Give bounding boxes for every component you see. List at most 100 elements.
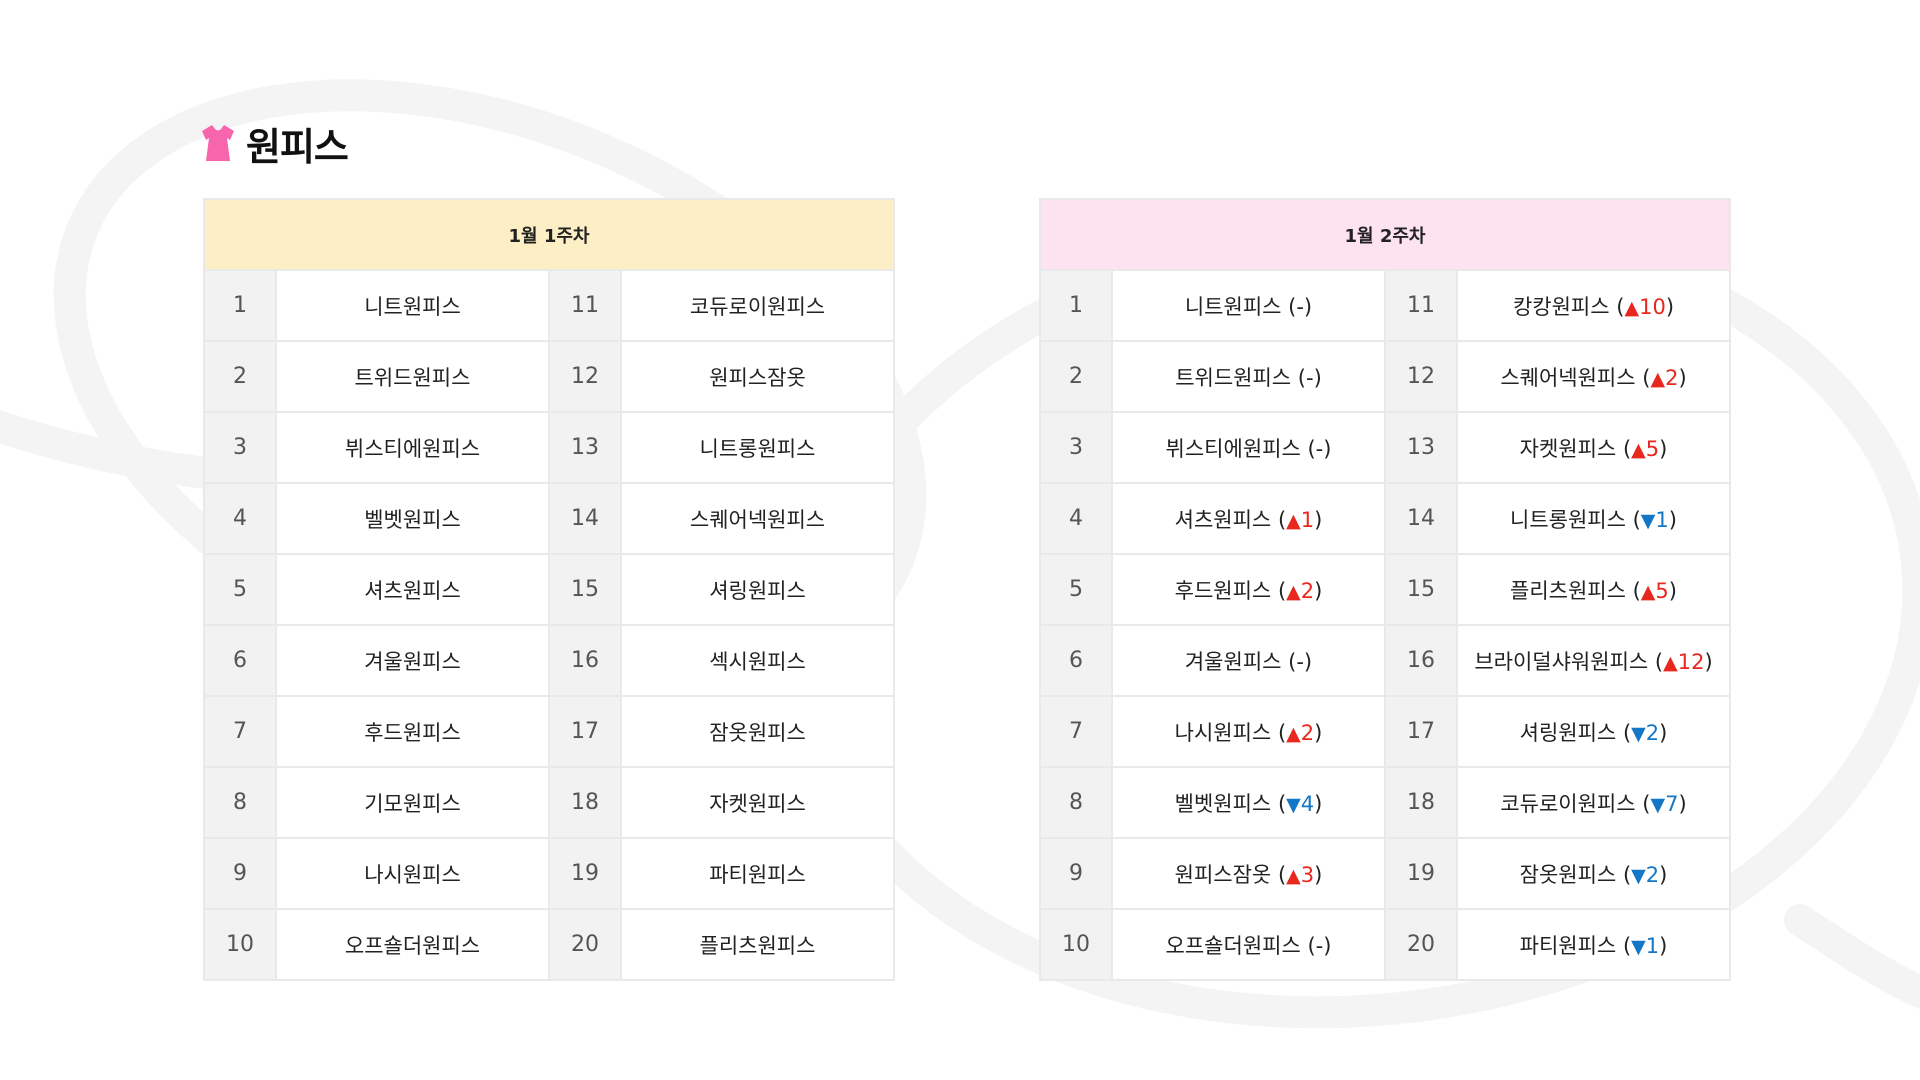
rank-change-value: 2 [1300, 578, 1315, 603]
rank-change-value: 3 [1300, 862, 1315, 887]
rank-number: 13 [548, 411, 622, 484]
item-name: 자켓원피스 [709, 791, 806, 816]
item-name: 셔링원피스 [1519, 720, 1617, 745]
item-cell: 후드원피스 [275, 695, 550, 768]
rank-number: 6 [203, 624, 277, 697]
table-row: 3 뷔스티에원피스 13 니트롱원피스 [203, 411, 895, 484]
rank-number: 17 [548, 695, 622, 768]
item-cell: 뷔스티에원피스 (-) [1111, 411, 1386, 484]
rank-change-value: 2 [1300, 720, 1315, 745]
rank-number: 1 [1039, 269, 1113, 342]
table-row: 4 벨벳원피스 14 스퀘어넥원피스 [203, 482, 895, 555]
rank-number: 9 [1039, 837, 1113, 910]
rank-number: 20 [1384, 908, 1458, 981]
rank-number: 6 [1039, 624, 1113, 697]
item-name: 플리츠원피스 [699, 933, 816, 958]
table-row: 9 나시원피스 19 파티원피스 [203, 837, 895, 910]
rank-number: 8 [203, 766, 277, 839]
item-name: 파티원피스 [1519, 933, 1617, 958]
item-name: 셔츠원피스 [364, 578, 461, 603]
item-name: 뷔스티에원피스 [344, 436, 481, 461]
item-name: 원피스잠옷 [709, 365, 806, 390]
item-name: 셔링원피스 [709, 578, 806, 603]
item-cell: 벨벳원피스 [275, 482, 550, 555]
page-title: 원피스 [246, 124, 349, 169]
week1-ranking-table: 1월 1주차 1 니트원피스 11 코듀로이원피스 2 트위드원피스 12 원피스잠옷 3 뷔스티… [203, 198, 895, 981]
item-name: 섹시원피스 [709, 649, 806, 674]
item-name: 겨울원피스 [1184, 649, 1282, 674]
item-cell: 파티원피스 [620, 837, 895, 910]
rank-up-icon: ▲ [1624, 296, 1640, 319]
item-name: 잠옷원피스 [709, 720, 806, 745]
rank-number: 2 [203, 340, 277, 413]
item-name: 오프숄더원피스 [344, 933, 481, 958]
item-cell: 파티원피스 (▼1) [1456, 908, 1731, 981]
item-name: 벨벳원피스 [1174, 791, 1272, 816]
item-cell: 자켓원피스 (▲5) [1456, 411, 1731, 484]
item-name: 트위드원피스 [1175, 365, 1292, 390]
item-cell: 트위드원피스 [275, 340, 550, 413]
item-cell: 후드원피스 (▲2) [1111, 553, 1386, 626]
rank-change-value: 1 [1300, 507, 1315, 532]
rank-up-icon: ▲ [1640, 580, 1656, 603]
item-cell: 셔츠원피스 [275, 553, 550, 626]
rank-change-value: 1 [1655, 507, 1669, 532]
rank-up-icon: ▲ [1286, 580, 1301, 603]
table-row: 8 벨벳원피스 (▼4) 18 코듀로이원피스 (▼7) [1039, 766, 1731, 839]
item-name: 나시원피스 [364, 862, 461, 887]
item-name: 뷔스티에원피스 [1165, 436, 1301, 461]
item-cell: 자켓원피스 [620, 766, 895, 839]
rank-number: 11 [1384, 269, 1458, 342]
rank-number: 10 [203, 908, 277, 981]
rank-number: 20 [548, 908, 622, 981]
rank-number: 14 [548, 482, 622, 555]
item-cell: 벨벳원피스 (▼4) [1111, 766, 1386, 839]
item-name: 셔츠원피스 [1174, 507, 1272, 532]
item-name: 원피스잠옷 [1174, 862, 1272, 887]
rank-number: 5 [203, 553, 277, 626]
rank-number: 4 [203, 482, 277, 555]
item-cell: 니트원피스 (-) [1111, 269, 1386, 342]
item-name: 잠옷원피스 [1519, 862, 1617, 887]
item-cell: 잠옷원피스 (▼2) [1456, 837, 1731, 910]
item-cell: 코듀로이원피스 (▼7) [1456, 766, 1731, 839]
item-cell: 플리츠원피스 (▲5) [1456, 553, 1731, 626]
item-name: 벨벳원피스 [364, 507, 461, 532]
table-row: 6 겨울원피스 (-) 16 브라이덜샤워원피스 (▲12) [1039, 624, 1731, 697]
rank-number: 19 [1384, 837, 1458, 910]
rank-number: 16 [1384, 624, 1458, 697]
rank-change-value: 12 [1677, 649, 1705, 674]
item-name: 니트원피스 [1184, 294, 1282, 319]
item-name: 니트롱원피스 [699, 436, 816, 461]
week1-header: 1월 1주차 [203, 198, 895, 271]
item-cell: 셔링원피스 (▼2) [1456, 695, 1731, 768]
item-cell: 오프숄더원피스 (-) [1111, 908, 1386, 981]
item-cell: 나시원피스 (▲2) [1111, 695, 1386, 768]
item-name: 스퀘어넥원피스 [689, 507, 826, 532]
table-row: 7 나시원피스 (▲2) 17 셔링원피스 (▼2) [1039, 695, 1731, 768]
rank-number: 17 [1384, 695, 1458, 768]
item-cell: 잠옷원피스 [620, 695, 895, 768]
rank-number: 1 [203, 269, 277, 342]
rank-change-value: 2 [1665, 365, 1679, 390]
item-cell: 뷔스티에원피스 [275, 411, 550, 484]
item-cell: 니트롱원피스 [620, 411, 895, 484]
page-header: 원피스 [200, 118, 349, 169]
item-name: 캉캉원피스 [1512, 294, 1610, 319]
table-row: 9 원피스잠옷 (▲3) 19 잠옷원피스 (▼2) [1039, 837, 1731, 910]
item-cell: 나시원피스 [275, 837, 550, 910]
rank-number: 13 [1384, 411, 1458, 484]
item-cell: 기모원피스 [275, 766, 550, 839]
rank-change-value: 5 [1645, 436, 1660, 461]
table-row: 10 오프숄더원피스 (-) 20 파티원피스 (▼1) [1039, 908, 1731, 981]
rank-change-value: 10 [1639, 294, 1666, 319]
rank-number: 7 [1039, 695, 1113, 768]
week2-header: 1월 2주차 [1039, 198, 1731, 271]
item-cell: 니트롱원피스 (▼1) [1456, 482, 1731, 555]
item-cell: 브라이덜샤워원피스 (▲12) [1456, 624, 1731, 697]
item-cell: 원피스잠옷 [620, 340, 895, 413]
rank-up-icon: ▲ [1631, 438, 1646, 461]
item-name: 코듀로이원피스 [1500, 791, 1636, 816]
item-cell: 캉캉원피스 (▲10) [1456, 269, 1731, 342]
item-cell: 원피스잠옷 (▲3) [1111, 837, 1386, 910]
